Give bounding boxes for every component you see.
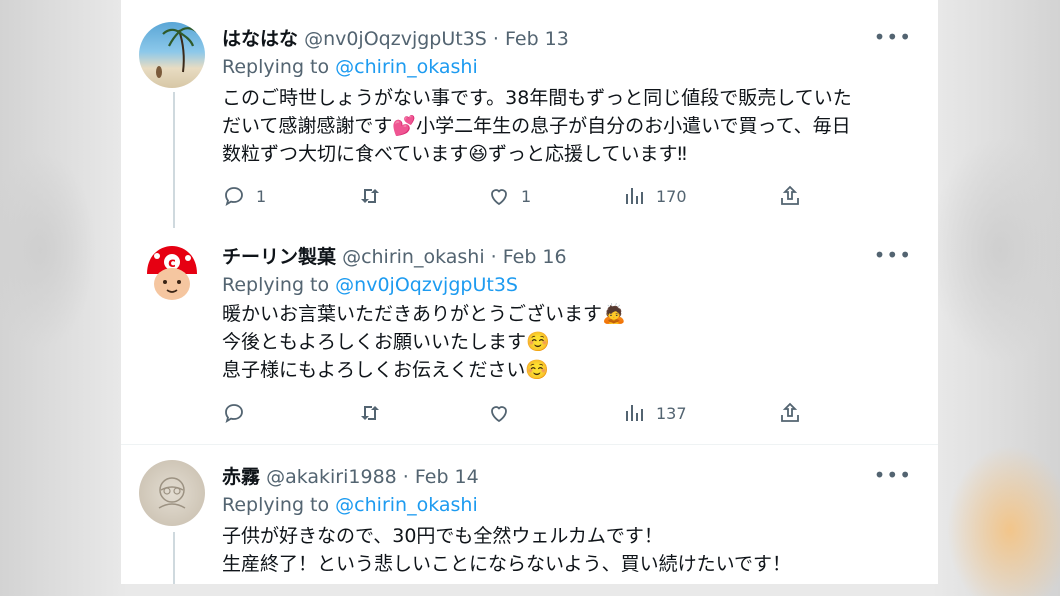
views-count: 170 bbox=[656, 186, 687, 206]
tweet-text-line: 数粒ずつ大切に食べています😆ずっと応援しています‼ bbox=[222, 143, 687, 165]
more-options-icon[interactable]: ••• bbox=[874, 243, 912, 267]
handle[interactable]: @akakiri1988 bbox=[266, 466, 397, 488]
timestamp[interactable]: · Feb 13 bbox=[493, 28, 569, 50]
tweet-text-line: 息子様にもよろしくお伝えください☺️ bbox=[222, 359, 550, 381]
reply-button[interactable] bbox=[222, 401, 256, 425]
views-icon bbox=[626, 188, 643, 204]
more-options-icon[interactable]: ••• bbox=[874, 463, 912, 487]
reply-icon bbox=[225, 404, 243, 423]
avatar[interactable]: c bbox=[139, 240, 205, 306]
replying-to: Replying to @nv0jOqzvjgpUt3S bbox=[222, 274, 518, 296]
like-count: 1 bbox=[521, 186, 532, 206]
retweet-button[interactable] bbox=[358, 184, 392, 208]
tweet-thread-panel: はなはな @nv0jOqzvjgpUt3S · Feb 13 ••• Reply… bbox=[121, 0, 938, 584]
mention-link[interactable]: @nv0jOqzvjgpUt3S bbox=[335, 274, 518, 296]
tweet-header: チーリン製菓 @chirin_okashi · Feb 16 bbox=[222, 242, 567, 269]
views-count: 137 bbox=[656, 403, 687, 423]
replying-to: Replying to @chirin_okashi bbox=[222, 494, 478, 516]
action-bar: 137 bbox=[222, 401, 912, 427]
handle[interactable]: @nv0jOqzvjgpUt3S bbox=[304, 28, 487, 50]
display-name[interactable]: チーリン製菓 bbox=[222, 246, 336, 268]
replying-label: Replying to bbox=[222, 274, 330, 296]
tweet-text-line: このご時世しょうがない事です。38年間もずっと同じ値段で販売していた bbox=[222, 87, 852, 109]
mention-link[interactable]: @chirin_okashi bbox=[335, 494, 478, 516]
like-button[interactable]: 1 bbox=[487, 184, 531, 208]
reply-count: 1 bbox=[256, 186, 267, 206]
action-bar: 1 1 170 bbox=[222, 184, 912, 210]
tweet-text-line: だいて感謝感謝です💕小学二年生の息子が自分のお小遣いで買って、毎日 bbox=[222, 115, 851, 137]
heart-icon bbox=[491, 406, 507, 423]
display-name[interactable]: はなはな bbox=[222, 28, 298, 50]
tweet-text: このご時世しょうがない事です。38年間もずっと同じ値段で販売していた だいて感謝… bbox=[222, 84, 912, 168]
retweet-icon bbox=[361, 406, 379, 420]
tweet-text: 子供が好きなので、30円でも全然ウェルカムです！ 生産終了！という悲しいことにな… bbox=[222, 522, 912, 578]
replying-to: Replying to @chirin_okashi bbox=[222, 56, 478, 78]
views-icon bbox=[626, 405, 643, 421]
avatar[interactable] bbox=[139, 22, 205, 88]
divider bbox=[121, 444, 938, 445]
tweet-hanahana[interactable]: はなはな @nv0jOqzvjgpUt3S · Feb 13 ••• Reply… bbox=[121, 0, 938, 228]
handle[interactable]: @chirin_okashi bbox=[342, 246, 485, 268]
thread-line bbox=[173, 532, 175, 584]
tweet-text-line: 今後ともよろしくお願いいたします☺️ bbox=[222, 331, 550, 353]
replying-label: Replying to bbox=[222, 494, 330, 516]
reply-icon bbox=[225, 187, 243, 206]
replying-label: Replying to bbox=[222, 56, 330, 78]
tweet-text-line: 生産終了！という悲しいことにならないよう、買い続けたいです！ bbox=[222, 553, 792, 575]
timestamp[interactable]: · Feb 14 bbox=[403, 466, 479, 488]
mention-link[interactable]: @chirin_okashi bbox=[335, 56, 478, 78]
tweet-akakiri[interactable]: 赤霧 @akakiri1988 · Feb 14 ••• Replying to… bbox=[121, 446, 938, 584]
reply-button[interactable]: 1 bbox=[222, 184, 266, 208]
display-name[interactable]: 赤霧 bbox=[222, 466, 260, 488]
tweet-chirin[interactable]: c チーリン製菓 @chirin_okashi · Feb 16 ••• Rep… bbox=[121, 228, 938, 443]
like-button[interactable] bbox=[487, 401, 521, 425]
views-button[interactable]: 170 bbox=[622, 184, 687, 208]
timestamp[interactable]: · Feb 16 bbox=[491, 246, 567, 268]
tweet-header: 赤霧 @akakiri1988 · Feb 14 bbox=[222, 462, 479, 489]
more-options-icon[interactable]: ••• bbox=[874, 25, 912, 49]
tweet-text-line: 暖かいお言葉いただきありがとうございます🙇 bbox=[222, 303, 626, 325]
share-icon bbox=[781, 185, 799, 205]
tweet-header: はなはな @nv0jOqzvjgpUt3S · Feb 13 bbox=[222, 24, 569, 51]
views-button[interactable]: 137 bbox=[622, 401, 687, 425]
share-button[interactable] bbox=[778, 184, 802, 208]
tweet-text-line: 子供が好きなので、30円でも全然ウェルカムです！ bbox=[222, 525, 663, 547]
heart-icon bbox=[491, 189, 507, 206]
tweet-text: 暖かいお言葉いただきありがとうございます🙇 今後ともよろしくお願いいたします☺️… bbox=[222, 300, 912, 384]
share-icon bbox=[781, 402, 799, 422]
avatar[interactable] bbox=[139, 460, 205, 526]
retweet-button[interactable] bbox=[358, 401, 392, 425]
retweet-icon bbox=[361, 189, 379, 203]
thread-line bbox=[173, 92, 175, 228]
share-button[interactable] bbox=[778, 401, 802, 425]
